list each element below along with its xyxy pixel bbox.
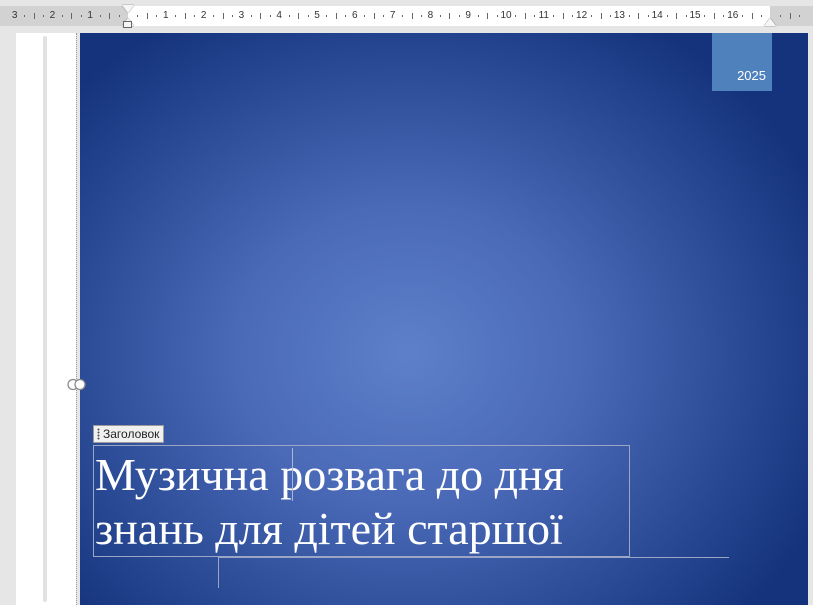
ruler-label: 14 [651, 10, 663, 21]
ruler-dot [269, 15, 271, 17]
ruler-dot [24, 15, 26, 17]
ruler-tick [335, 13, 337, 19]
anchor-icon[interactable] [66, 378, 88, 391]
ruler-dot [231, 15, 233, 17]
ruler-tick [600, 13, 602, 19]
ruler-dot [364, 15, 366, 17]
ruler-dot [515, 15, 517, 17]
text-cursor [292, 448, 293, 501]
ruler-label: 15 [689, 10, 701, 21]
ruler-tick [676, 13, 678, 19]
ruler-label: 11 [538, 10, 549, 21]
ruler-label: 10 [500, 10, 512, 21]
horizontal-ruler[interactable]: 3 2 1 1 2 3 4 5 6 7 8 9 10 11 12 13 14 15 16 [0, 5, 813, 26]
ruler-tick [222, 13, 224, 19]
ruler-dot [80, 15, 82, 17]
ruler-label: 6 [352, 10, 358, 21]
margin-boundary [76, 33, 77, 605]
ruler-dot [458, 15, 460, 17]
vertical-ruler-track [43, 36, 47, 602]
ruler-tick [524, 13, 526, 19]
ruler-dot [213, 15, 215, 17]
ruler-label: 7 [389, 10, 396, 21]
ruler-tick [789, 13, 791, 19]
ruler-label: 2 [49, 10, 56, 21]
ruler-dot [685, 15, 687, 17]
ruler-dot [194, 15, 196, 17]
title-content-control-tag[interactable]: Заголовок [93, 425, 165, 443]
ruler-dot [647, 15, 649, 17]
ruler-dot [118, 15, 120, 17]
ruler-dot [439, 15, 441, 17]
year-text: 2025 [737, 68, 766, 83]
ruler-tick [184, 13, 186, 19]
ruler-dot [42, 15, 44, 17]
ruler-dot [666, 15, 668, 17]
ruler-label: 16 [727, 10, 739, 21]
ruler-tick [449, 13, 451, 19]
ruler-label: 5 [314, 10, 320, 21]
first-line-indent-marker-icon[interactable] [122, 5, 134, 13]
ruler-dot [742, 15, 744, 17]
ruler-tick [411, 13, 413, 19]
ruler-dot [345, 15, 347, 17]
ruler-label: 1 [163, 10, 169, 21]
ruler-dot [250, 15, 252, 17]
ruler-dot [175, 15, 177, 17]
ruler-dot [307, 15, 309, 17]
ruler-tick [33, 13, 35, 19]
ruler-dot [780, 15, 782, 17]
ruler-dot [383, 15, 385, 17]
ruler-dot [137, 15, 139, 17]
ruler-tick [109, 13, 111, 19]
ruler-dot [761, 15, 763, 17]
ruler-label: 12 [576, 10, 588, 21]
ruler-dot [156, 15, 158, 17]
ruler-dot [61, 15, 63, 17]
ruler-tick [713, 13, 715, 19]
ruler-dot [572, 15, 574, 17]
subtitle-content-control[interactable] [218, 557, 729, 588]
ruler-label: 13 [613, 10, 625, 21]
right-indent-marker-icon[interactable] [764, 18, 776, 26]
ruler-tick [638, 13, 640, 19]
ruler-tick [146, 13, 148, 19]
ruler-dot [477, 15, 479, 17]
ruler-dot [402, 15, 404, 17]
ruler-tick [260, 13, 262, 19]
ruler-label: 1 [87, 10, 93, 21]
ruler-label: 2 [200, 10, 207, 21]
ruler-dot [99, 15, 101, 17]
ruler-tick [298, 13, 300, 19]
ruler-label: 4 [276, 10, 282, 21]
ruler-dot [534, 15, 536, 17]
ruler-label: 9 [465, 10, 471, 21]
ruler-tick [562, 13, 564, 19]
left-indent-marker-icon[interactable] [123, 21, 132, 28]
ruler-dot [326, 15, 328, 17]
ruler-tick [487, 13, 489, 19]
drag-handle-icon[interactable] [97, 428, 100, 440]
ruler-dot [704, 15, 706, 17]
ruler-label: 3 [238, 10, 245, 21]
ruler-label: 3 [11, 10, 18, 21]
title-tag-label: Заголовок [103, 427, 160, 441]
ruler-tick [71, 13, 73, 19]
ruler-label: 8 [427, 10, 434, 21]
ruler-dot [628, 15, 630, 17]
ruler-dot [496, 15, 498, 17]
ruler-dot [288, 15, 290, 17]
ruler-dot [798, 15, 800, 17]
ruler-dot [591, 15, 593, 17]
year-box[interactable]: 2025 [712, 33, 772, 91]
document-title[interactable]: Музична розвага до дня знань для дітей с… [95, 448, 655, 556]
ruler-dot [420, 15, 422, 17]
ruler-dot [553, 15, 555, 17]
ruler-dot [723, 15, 725, 17]
ruler-dot [609, 15, 611, 17]
ruler-tick [751, 13, 753, 19]
ruler-tick [373, 13, 375, 19]
